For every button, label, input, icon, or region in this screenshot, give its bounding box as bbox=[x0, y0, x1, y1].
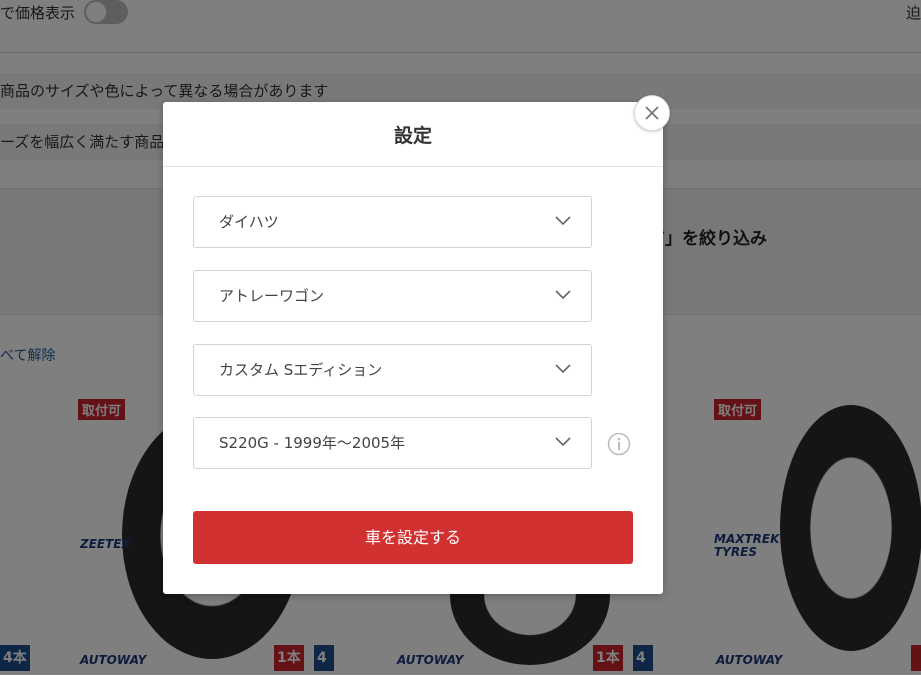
close-icon bbox=[645, 106, 659, 120]
model-select-value: アトレーワゴン bbox=[219, 287, 325, 305]
maker-select[interactable]: ダイハツ bbox=[193, 196, 592, 248]
maker-select-value: ダイハツ bbox=[219, 213, 279, 231]
chevron-down-icon bbox=[555, 364, 571, 374]
modal-header: 設定 bbox=[163, 102, 663, 167]
close-button[interactable] bbox=[634, 95, 670, 131]
grade-select-value: カスタム Sエディション bbox=[219, 361, 383, 379]
model-code-year-select[interactable]: S220G - 1999年〜2005年 bbox=[193, 417, 592, 469]
set-vehicle-button[interactable]: 車を設定する bbox=[193, 511, 633, 564]
info-icon[interactable] bbox=[607, 432, 631, 456]
vehicle-settings-modal: 設定 ダイハツ アトレーワゴン カスタム Sエディション S220G - 199… bbox=[163, 102, 663, 594]
chevron-down-icon bbox=[555, 290, 571, 300]
model-select[interactable]: アトレーワゴン bbox=[193, 270, 592, 322]
chevron-down-icon bbox=[555, 437, 571, 447]
model-code-year-value: S220G - 1999年〜2005年 bbox=[219, 434, 406, 452]
grade-select[interactable]: カスタム Sエディション bbox=[193, 344, 592, 396]
chevron-down-icon bbox=[555, 216, 571, 226]
modal-title: 設定 bbox=[393, 125, 432, 147]
